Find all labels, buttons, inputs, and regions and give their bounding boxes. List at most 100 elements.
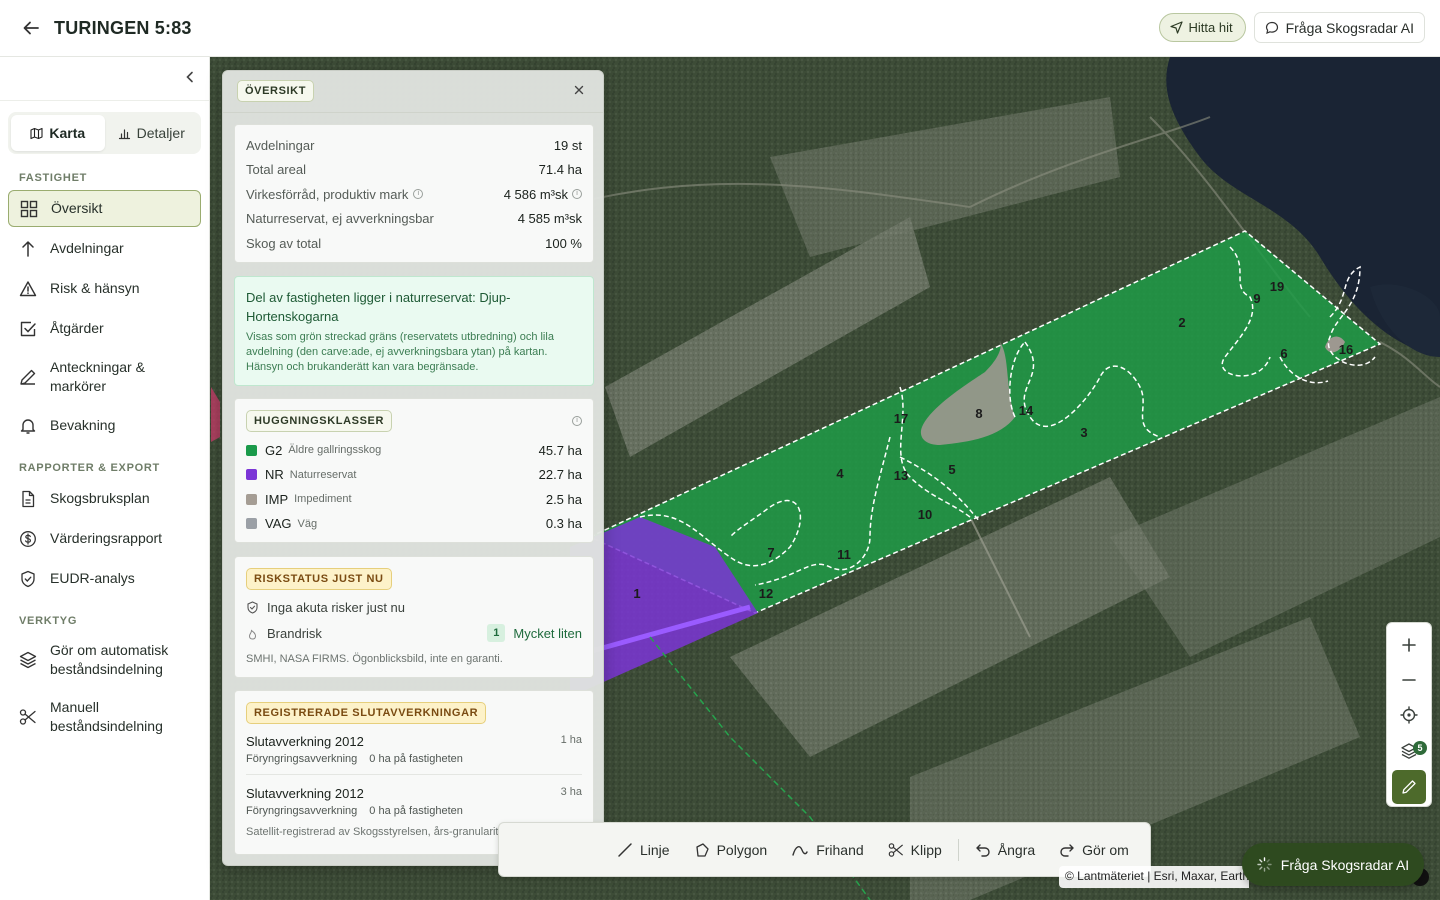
class-value: 45.7 ha: [538, 442, 582, 458]
undo-button[interactable]: Ångra: [963, 832, 1047, 868]
overview-panel: ÖVERSIKT Avdelningar 19 st Total areal 7…: [222, 70, 604, 866]
tool-polygon[interactable]: Polygon: [682, 832, 780, 868]
stat-key: Avdelningar: [246, 137, 315, 153]
polygon-icon: [695, 842, 709, 857]
clearcut-item[interactable]: Slutavverkning 2012 3 ha Föryngringsavver…: [235, 786, 593, 817]
sidebar-item-label: Bevakning: [50, 417, 116, 433]
stat-row: Total areal 71.4 ha: [235, 158, 593, 183]
risk-ok-row: Inga akuta risker just nu: [235, 594, 593, 620]
stand-label[interactable]: 9: [1253, 291, 1260, 306]
zoom-out-button[interactable]: [1387, 662, 1431, 698]
redo-button[interactable]: Gör om: [1047, 832, 1141, 868]
stat-value: 4 586 m³sk: [503, 186, 568, 202]
class-value: 22.7 ha: [538, 467, 582, 483]
stand-label[interactable]: 6: [1280, 346, 1287, 361]
stat-key: Virkesförråd, produktiv mark: [246, 186, 409, 202]
crosshair-icon: [1400, 706, 1418, 724]
layers-button[interactable]: 5: [1387, 733, 1431, 769]
stand-label[interactable]: 1: [633, 586, 640, 601]
fire-risk-level-text: Mycket liten: [513, 625, 582, 641]
stand-label[interactable]: 2: [1178, 315, 1185, 330]
sidebar-item-manuell-indelning[interactable]: Manuell beståndsindelning: [8, 690, 201, 744]
clearcut-size: 1 ha: [560, 734, 582, 746]
stand-label[interactable]: 4: [836, 466, 844, 481]
stand-label[interactable]: 7: [767, 545, 774, 560]
risk-source-text: SMHI, NASA FIRMS. Ögonblicksbild, inte e…: [246, 653, 503, 665]
info-icon[interactable]: i: [413, 189, 424, 200]
class-row: G2 Äldre gallringsskog 45.7 ha: [235, 438, 593, 463]
stand-label[interactable]: 14: [1019, 403, 1034, 418]
redo-icon: [1060, 843, 1074, 857]
draw-mode-toggle[interactable]: [1392, 770, 1426, 804]
clearcut-type: Föryngringsavverkning: [246, 805, 358, 817]
clearcut-item[interactable]: Slutavverkning 2012 1 ha Föryngringsavver…: [235, 734, 593, 765]
stand-label[interactable]: 3: [1080, 425, 1087, 440]
class-swatch: [246, 493, 257, 505]
stand-label[interactable]: 8: [975, 406, 982, 421]
sidebar-item-anteckningar[interactable]: Anteckningar & markörer: [8, 350, 201, 404]
map-attribution: © Lantmäteriet | Esri, Maxar, Earth: [1059, 866, 1249, 888]
tool-label: Gör om: [1082, 841, 1129, 858]
tool-line[interactable]: Linje: [605, 832, 682, 868]
class-value: 2.5 ha: [545, 491, 582, 507]
dollar-icon: [20, 530, 36, 547]
tool-freehand[interactable]: Frihand: [779, 832, 875, 868]
plus-icon: [1402, 638, 1416, 652]
fire-risk-label: Brandrisk: [267, 625, 322, 641]
stand-label[interactable]: 17: [894, 411, 908, 426]
sidebar-item-label: Risk & hänsyn: [50, 280, 140, 296]
tab-karta[interactable]: Karta: [11, 115, 105, 151]
sidebar-item-avdelningar[interactable]: Avdelningar: [8, 230, 201, 267]
tab-detaljer[interactable]: Detaljer: [105, 115, 199, 151]
scissors-icon: [888, 842, 903, 857]
sidebar-item-risk[interactable]: Risk & hänsyn: [8, 270, 201, 307]
tool-label: Frihand: [816, 841, 864, 858]
sidebar-item-varderingsrapport[interactable]: Värderingsrapport: [8, 520, 201, 557]
undo-icon: [976, 843, 990, 857]
sidebar-item-label: Översikt: [51, 200, 103, 216]
sidebar-item-bevakning[interactable]: Bevakning: [8, 407, 201, 444]
stand-label[interactable]: 13: [894, 468, 908, 483]
info-icon[interactable]: i: [572, 189, 582, 200]
tool-cut[interactable]: Klipp: [876, 832, 954, 868]
zoom-in-button[interactable]: [1387, 627, 1431, 663]
stand-label[interactable]: 16: [1339, 342, 1353, 357]
close-panel-button[interactable]: [574, 82, 584, 99]
stat-value-with-info: 4 586 m³sk i: [504, 187, 582, 202]
find-route-button[interactable]: Hitta hit: [1158, 13, 1246, 42]
sidebar-item-oversikt[interactable]: Översikt: [8, 190, 201, 227]
chat-bubble-icon: [1265, 21, 1278, 34]
sidebar-item-atgarder[interactable]: Åtgärder: [8, 310, 201, 347]
ask-ai-button[interactable]: Fråga Skogsradar AI: [1253, 12, 1425, 43]
locate-button[interactable]: [1387, 697, 1431, 733]
reserve-notice-title: Del av fastigheten ligger i naturreserva…: [246, 290, 511, 324]
class-value: 0.3 ha: [545, 516, 582, 532]
stand-label[interactable]: 12: [759, 586, 773, 601]
tool-label: Klipp: [910, 841, 942, 858]
tree-icon: [22, 240, 34, 257]
stand-label[interactable]: 10: [918, 507, 932, 522]
divider: [246, 774, 582, 775]
sidebar-item-eudr[interactable]: EUDR-analys: [8, 560, 201, 597]
risk-status-card: RISKSTATUS JUST NU Inga akuta risker jus…: [234, 556, 594, 678]
view-toggle: Karta Detaljer: [8, 112, 201, 154]
stat-key: Total areal: [246, 162, 306, 178]
section-label-verktyg: VERKTYG: [19, 615, 78, 627]
back-button[interactable]: [20, 17, 42, 39]
arrow-left-icon: [23, 21, 39, 35]
collapse-sidebar-button[interactable]: [185, 70, 195, 88]
risk-status-title: RISKSTATUS JUST NU: [246, 568, 392, 590]
info-icon[interactable]: i: [572, 416, 582, 426]
pencil-icon: [1402, 780, 1416, 794]
stand-label[interactable]: 11: [837, 547, 851, 562]
class-swatch: [246, 444, 257, 456]
flame-icon: [248, 629, 257, 640]
sidebar-item-auto-indelning[interactable]: Gör om automatisk beståndsindelning: [8, 633, 201, 687]
tool-label: Linje: [640, 841, 670, 858]
sidebar-item-skogsbruksplan[interactable]: Skogsbruksplan: [8, 480, 201, 517]
property-title: TURINGEN 5:83: [54, 17, 192, 38]
stand-label[interactable]: 19: [1270, 279, 1284, 294]
ask-ai-floating-label: Fråga Skogsradar AI: [1280, 856, 1410, 873]
ask-ai-floating-button[interactable]: Fråga Skogsradar AI: [1242, 843, 1424, 886]
stand-label[interactable]: 5: [948, 462, 955, 477]
